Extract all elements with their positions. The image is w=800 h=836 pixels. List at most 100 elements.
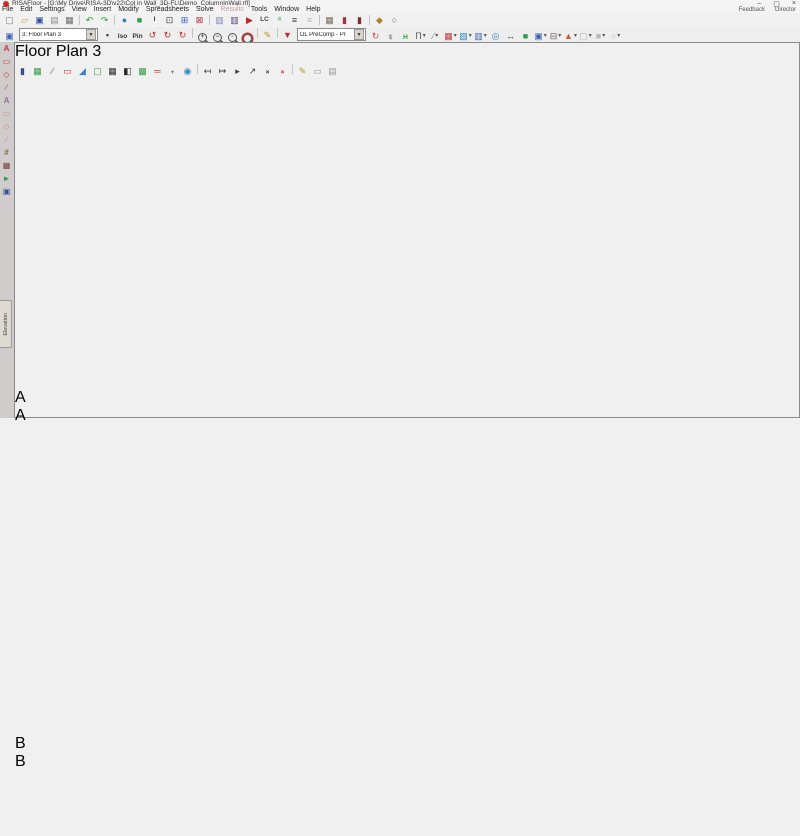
menu-insert[interactable]: Insert [94, 6, 112, 13]
compass-button[interactable]: ◎ [489, 30, 503, 42]
delete-button[interactable]: × [261, 67, 275, 79]
dashed-box-disabled-button[interactable]: ▢▾ [579, 30, 593, 42]
snap-settings-button[interactable]: ◉ [181, 65, 195, 77]
chevron-down-icon[interactable]: ▼ [354, 29, 364, 40]
manual-book-button[interactable]: ▮ [353, 14, 367, 26]
window-tile-button[interactable]: ▣▾ [534, 30, 548, 42]
save-button[interactable]: ▣ [33, 14, 47, 26]
label-a-red-button[interactable]: A [0, 42, 13, 55]
new-file-button[interactable]: ▢ [3, 14, 17, 26]
extend-left-button[interactable]: ↤ [201, 65, 215, 77]
clip-section-button[interactable]: ▼ [281, 29, 295, 41]
chevron-down-icon[interactable]: ▾ [484, 32, 487, 39]
grid-window-button[interactable]: ▦ [106, 65, 120, 77]
render-mode-button[interactable]: ▲▾ [564, 30, 578, 42]
draw-member-button[interactable]: ∕ [46, 65, 60, 77]
member-style-button[interactable]: ∕▾ [429, 30, 443, 42]
menu-results[interactable]: Results [221, 6, 244, 13]
model-canvas[interactable]: AABBCCDDEEFFGGHH554433ILoads: DL PreComp… [15, 79, 799, 836]
rect-light-button[interactable]: ▭ [0, 107, 13, 120]
blank-sheet-button[interactable]: ▭ [311, 65, 325, 77]
open-folder-button[interactable]: ▱ [18, 14, 32, 26]
menu-help[interactable]: Help [306, 6, 320, 13]
node-display-button[interactable]: ⊟▾ [549, 30, 563, 42]
chevron-down-icon[interactable]: ▾ [435, 32, 438, 39]
calculator-button[interactable]: ▦ [323, 14, 337, 26]
rotate-right-button[interactable]: ↻ [161, 29, 175, 41]
menu-window[interactable]: Window [274, 6, 299, 13]
chevron-down-icon[interactable]: ▼ [86, 29, 96, 40]
undo-button[interactable]: ↶ [83, 14, 97, 26]
results-toggle-disabled-button[interactable]: ≡ [303, 14, 317, 26]
area-load-cell-button[interactable]: ▩ [136, 65, 150, 77]
deck-display-button[interactable]: ▦▾ [444, 30, 458, 42]
draw-region-icon: ▢ [93, 66, 102, 76]
label-a-light-button[interactable]: A [0, 94, 13, 107]
menu-settings[interactable]: Settings [39, 6, 64, 13]
chevron-down-icon[interactable]: ▾ [558, 32, 561, 39]
add-node-button[interactable]: + [166, 67, 180, 79]
draw-beam-icon: ▮ [20, 66, 25, 76]
rect-red-button[interactable]: ▭ [0, 55, 13, 68]
load-case-select[interactable]: DL PreComp - Pr ▼ [297, 28, 366, 41]
draw-beam-button[interactable]: ▮ [16, 65, 30, 77]
chevron-down-icon[interactable]: ▾ [617, 32, 620, 39]
print-button[interactable]: ▦ [63, 14, 77, 26]
rotate-reset-button[interactable]: ↻ [176, 29, 190, 41]
extend-right-button[interactable]: ↦ [216, 65, 230, 77]
menu-modify[interactable]: Modify [118, 6, 139, 13]
delete-red-button[interactable]: × [276, 67, 290, 79]
elevation-tab[interactable]: Elevation [0, 300, 12, 348]
menu-tools[interactable]: Tools [251, 6, 267, 13]
search-button[interactable]: ○ [388, 14, 402, 26]
chevron-down-icon[interactable]: ▾ [589, 32, 592, 39]
apply-load-display-button[interactable]: ↻ [369, 30, 383, 42]
floor-plan-window-titlebar[interactable]: Floor Plan 3 [15, 43, 799, 61]
trim-button[interactable]: ▸ [231, 65, 245, 77]
disk-blue-button[interactable]: ▣ [0, 185, 13, 198]
filled-box-disabled-button[interactable]: ■▾ [594, 30, 608, 42]
codes-book-button[interactable]: ▮ [338, 14, 352, 26]
draw-slab-edge-button[interactable]: ▭ [61, 65, 75, 77]
grid-half-button[interactable]: ◧ [121, 65, 135, 77]
grid-dark-button[interactable]: ▦ [0, 159, 13, 172]
line-red-button[interactable]: ∕ [0, 81, 13, 94]
draw-deck-button[interactable]: ▦ [31, 65, 45, 77]
draw-wall-button[interactable]: ◢ [76, 65, 90, 77]
snapshot-camera-button[interactable]: ▪ [101, 29, 115, 41]
menu-spreadsheets[interactable]: Spreadsheets [146, 6, 189, 13]
area-display-button[interactable]: ■ [519, 30, 533, 42]
import-button[interactable]: ▤ [48, 14, 62, 26]
floor-plan-select[interactable]: 3: Floor Plan 3 ▼ [19, 28, 98, 41]
draw-region-button[interactable]: ▢ [91, 65, 105, 77]
rotate-disabled-button[interactable]: ○▾ [609, 30, 623, 42]
menu-file[interactable]: File [2, 6, 13, 13]
redraw-button[interactable]: ✎ [261, 29, 275, 41]
chevron-down-icon[interactable]: ▾ [574, 32, 577, 39]
flag-green-button[interactable]: ► [0, 172, 13, 185]
line-light-button[interactable]: ∕ [0, 133, 13, 146]
poly-light-button[interactable]: ◇ [0, 120, 13, 133]
deck-edge-line-button[interactable]: ═ [151, 65, 165, 77]
hash-button[interactable]: # [0, 146, 13, 159]
rotate-left-button[interactable]: ↺ [146, 29, 160, 41]
chevron-down-icon[interactable]: ▾ [454, 32, 457, 39]
menu-view[interactable]: View [72, 6, 87, 13]
poly-red-button[interactable]: ◇ [0, 68, 13, 81]
window-mode-button[interactable]: ▣ [3, 30, 17, 42]
chevron-down-icon[interactable]: ▾ [423, 32, 426, 39]
member-labels-button[interactable]: Π▾ [414, 30, 428, 42]
chevron-down-icon[interactable]: ▾ [469, 32, 472, 39]
stamp-button[interactable]: ◆ [373, 14, 387, 26]
edit-properties-button[interactable]: ✎ [296, 65, 310, 77]
grid-display-button[interactable]: ▥▾ [474, 30, 488, 42]
spreadsheet-dark-icon: ▥ [230, 15, 239, 25]
chevron-down-icon[interactable]: ▾ [544, 32, 547, 39]
lined-sheet-button[interactable]: ▤ [326, 65, 340, 77]
menu-solve[interactable]: Solve [196, 6, 214, 13]
menu-edit[interactable]: Edit [20, 6, 32, 13]
chevron-down-icon[interactable]: ▾ [602, 32, 605, 39]
move-button[interactable]: ↗ [246, 65, 260, 77]
measure-button[interactable]: ↔ [504, 30, 518, 42]
color-plot-button[interactable]: ▧▾ [459, 30, 473, 42]
